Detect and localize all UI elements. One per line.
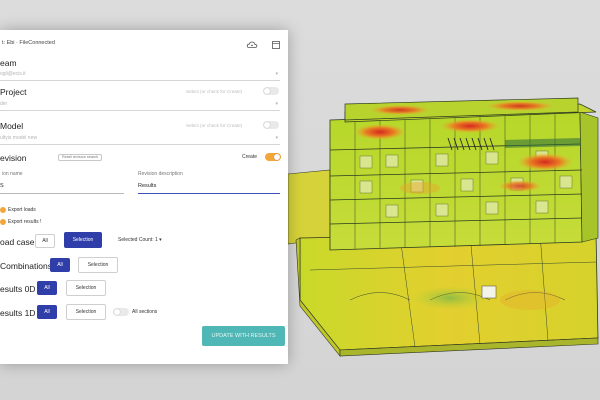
chevron-down-icon: ▾ <box>275 101 278 107</box>
revision-description-value: Results <box>138 183 157 189</box>
project-value: der <box>0 101 8 107</box>
results-1d-title: esults 1D <box>0 308 36 318</box>
combinations-selection-button[interactable]: Selection <box>78 257 118 273</box>
revision-tag: Retail revision search <box>58 154 103 161</box>
chevron-down-icon: ▾ <box>159 237 162 243</box>
load-case-title: oad case <box>0 237 35 247</box>
team-title: eam <box>0 58 17 68</box>
combinations-all-button[interactable]: All <box>50 258 70 272</box>
all-sections-toggle[interactable] <box>113 308 129 316</box>
project-select[interactable]: der ▾ <box>0 99 280 111</box>
results-1d-selection-button[interactable]: Selection <box>66 304 106 320</box>
project-title: Project <box>0 87 27 97</box>
model-create-toggle[interactable] <box>263 121 279 129</box>
project-hint: Select (or check for Create) <box>186 89 243 94</box>
team-select[interactable]: ogli@ecis.it ▾ <box>0 69 280 81</box>
results-1d-all-button[interactable]: All <box>37 305 57 319</box>
revision-name-value: S <box>0 183 4 189</box>
revision-name-label: ion name <box>2 171 23 177</box>
team-value: ogli@ecis.it <box>0 71 26 77</box>
model-value: ultyis model new <box>0 135 37 141</box>
project-create-toggle[interactable] <box>263 87 279 95</box>
building-walls <box>329 97 599 251</box>
load-case-all-button[interactable]: All <box>35 234 55 248</box>
revision-name-input[interactable]: S <box>0 181 124 194</box>
plugin-panel: t: Ebi · FileConnected eam ogli@ecis.it … <box>0 30 288 364</box>
export-loads-radio[interactable] <box>0 207 6 213</box>
model-select[interactable]: ultyis model new ▾ <box>0 133 280 145</box>
panel-header: t: Ebi · FileConnected <box>0 38 288 52</box>
update-with-results-button[interactable]: UPDATE WITH RESULTS <box>202 326 285 346</box>
cloud-sync-icon[interactable] <box>246 38 258 50</box>
all-sections-label: All sections <box>132 309 158 315</box>
revision-description-label: Revision description <box>138 171 183 177</box>
export-results-radio[interactable] <box>0 219 6 225</box>
chevron-down-icon: ▾ <box>275 135 278 141</box>
revision-title: evision <box>0 153 27 163</box>
create-label: Create <box>242 154 258 160</box>
results-0d-all-button[interactable]: All <box>37 281 57 295</box>
ground-slab <box>287 169 599 357</box>
chevron-down-icon: ▾ <box>275 71 278 77</box>
revision-description-input[interactable]: Results <box>138 181 280 194</box>
model-hint: Select (or check for Create) <box>186 123 243 128</box>
window-icon[interactable] <box>270 38 282 50</box>
export-loads-label: Export loads <box>8 207 36 213</box>
export-results-label: Export results ! <box>8 219 42 225</box>
results-0d-title: esults 0D <box>0 284 36 294</box>
results-0d-selection-button[interactable]: Selection <box>66 280 106 296</box>
selected-count-label: Selected Count: 1 <box>118 237 158 243</box>
combinations-title: Combinations <box>0 261 52 271</box>
model-title: Model <box>0 121 24 131</box>
revision-create-toggle[interactable] <box>265 153 281 161</box>
panel-title: t: Ebi · FileConnected <box>2 40 55 46</box>
load-case-selection-button[interactable]: Selection <box>64 232 102 248</box>
selected-count-dropdown[interactable]: Selected Count: 1 ▾ <box>118 237 162 243</box>
